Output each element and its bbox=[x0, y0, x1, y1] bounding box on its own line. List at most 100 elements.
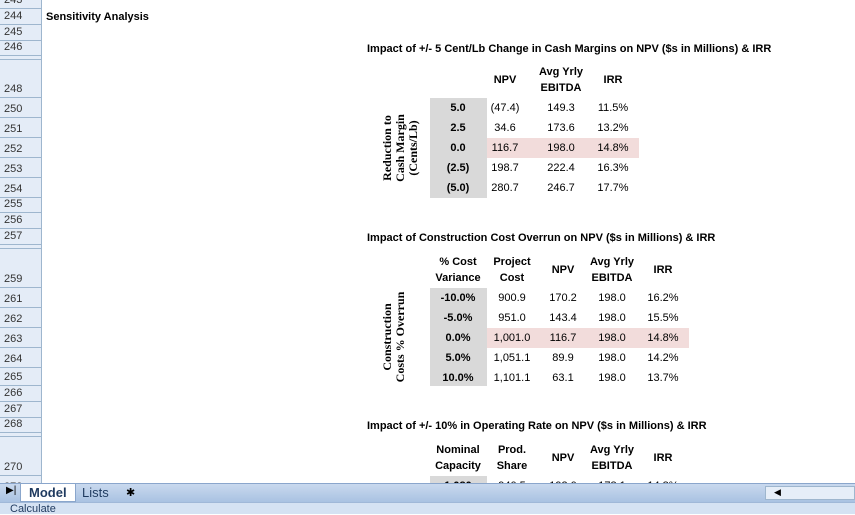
column-header: NPV bbox=[551, 452, 575, 464]
column-header: Avg Yrly EBITDA bbox=[589, 444, 635, 472]
horizontal-scrollbar[interactable]: ◀ bbox=[765, 486, 855, 500]
table-cell: 198.0 bbox=[598, 312, 626, 324]
row-header[interactable]: 254 bbox=[0, 178, 41, 198]
table-cell: 14.8% bbox=[597, 142, 629, 154]
row-header[interactable]: 252 bbox=[0, 138, 41, 158]
row-label: 5.0% bbox=[445, 352, 471, 364]
row-label: -5.0% bbox=[443, 312, 473, 324]
table-cell: 173.6 bbox=[547, 122, 575, 134]
row-header[interactable]: 263 bbox=[0, 328, 41, 348]
table-cell: 116.7 bbox=[491, 142, 519, 154]
table-cell: 198.0 bbox=[547, 142, 575, 154]
row-header[interactable]: 244 bbox=[0, 9, 41, 25]
column-header: Prod. Share bbox=[496, 444, 528, 472]
table-cell: 198.0 bbox=[598, 372, 626, 384]
table-cell: 14.8% bbox=[647, 332, 679, 344]
table-cell: 143.4 bbox=[549, 312, 577, 324]
status-text: Calculate bbox=[10, 503, 56, 515]
column-header: Avg Yrly EBITDA bbox=[589, 256, 635, 284]
scroll-left-icon[interactable]: ◀ bbox=[774, 487, 781, 498]
table1-title: Impact of +/- 5 Cent/Lb Change in Cash M… bbox=[367, 43, 772, 55]
row-label: (5.0) bbox=[446, 182, 470, 194]
table-cell: 951.0 bbox=[498, 312, 526, 324]
table-cell: 1,101.1 bbox=[493, 372, 531, 384]
table2-side-label: Construction Costs % Overrun bbox=[380, 277, 421, 397]
tab-model[interactable]: Model bbox=[20, 484, 76, 502]
table-cell: 198.0 bbox=[598, 292, 626, 304]
table-cell: 116.7 bbox=[549, 332, 577, 344]
table-cell: 198.0 bbox=[598, 332, 626, 344]
table-cell: 13.7% bbox=[647, 372, 679, 384]
row-header[interactable]: 245 bbox=[0, 25, 41, 41]
row-header[interactable]: 250 bbox=[0, 98, 41, 118]
table-cell: 149.3 bbox=[547, 102, 575, 114]
row-label: -10.0% bbox=[440, 292, 476, 304]
column-header: Nominal Capacity bbox=[435, 444, 481, 472]
table-cell: 222.4 bbox=[547, 162, 575, 174]
column-header: NPV bbox=[493, 74, 517, 86]
table-cell: 16.2% bbox=[647, 292, 679, 304]
row-header[interactable]: 243 bbox=[0, 0, 41, 9]
row-header[interactable]: 268 bbox=[0, 418, 41, 433]
row-header[interactable]: 253 bbox=[0, 158, 41, 178]
table-cell: 1,051.1 bbox=[493, 352, 531, 364]
column-header: IRR bbox=[653, 264, 673, 276]
row-header[interactable]: 248 bbox=[0, 60, 41, 98]
row-header[interactable]: 270 bbox=[0, 437, 41, 476]
table-cell: 15.5% bbox=[647, 312, 679, 324]
row-header[interactable]: 257 bbox=[0, 229, 41, 245]
column-header: NPV bbox=[551, 264, 575, 276]
row-label: 10.0% bbox=[442, 372, 474, 384]
tab-scroll-last-icon[interactable]: ▶| bbox=[6, 485, 16, 496]
column-header: IRR bbox=[653, 452, 673, 464]
row-header[interactable]: 262 bbox=[0, 308, 41, 328]
table-cell: 280.7 bbox=[491, 182, 519, 194]
column-header: Project Cost bbox=[493, 256, 531, 284]
table-cell: 11.5% bbox=[597, 102, 629, 114]
table-cell: 246.7 bbox=[547, 182, 575, 194]
side-label-line: Costs % Overrun bbox=[393, 291, 407, 383]
row-label: 2.5 bbox=[450, 122, 466, 134]
column-header: IRR bbox=[603, 74, 623, 86]
sheet-tab-bar: ▶| Model Lists ✱ ◀ bbox=[0, 483, 855, 502]
table-cell: 198.0 bbox=[598, 352, 626, 364]
row-header[interactable]: 246 bbox=[0, 41, 41, 56]
table-cell: 170.2 bbox=[549, 292, 577, 304]
row-header[interactable]: 259 bbox=[0, 249, 41, 288]
table-cell: 89.9 bbox=[552, 352, 574, 364]
table-cell: 14.2% bbox=[647, 352, 679, 364]
table-cell: 63.1 bbox=[552, 372, 574, 384]
table-cell: 13.2% bbox=[597, 122, 629, 134]
table-cell: 17.7% bbox=[597, 182, 629, 194]
table-cell: 198.7 bbox=[491, 162, 519, 174]
row-header[interactable]: 264 bbox=[0, 348, 41, 368]
tab-lists[interactable]: Lists bbox=[74, 484, 117, 502]
row-label: (2.5) bbox=[446, 162, 470, 174]
status-bar: Calculate bbox=[0, 502, 855, 515]
section-title: Sensitivity Analysis bbox=[46, 11, 149, 23]
row-header[interactable]: 261 bbox=[0, 288, 41, 308]
table-cell: 34.6 bbox=[494, 122, 516, 134]
table-cell: (47.4) bbox=[490, 102, 520, 114]
row-header[interactable]: 265 bbox=[0, 368, 41, 386]
worksheet-grid[interactable]: Sensitivity Analysis Impact of +/- 5 Cen… bbox=[43, 0, 855, 483]
row-header[interactable]: 267 bbox=[0, 402, 41, 418]
row-header[interactable]: 251 bbox=[0, 118, 41, 138]
side-label-line: (Cents/Lb) bbox=[406, 120, 420, 176]
table3-title: Impact of +/- 10% in Operating Rate on N… bbox=[367, 420, 707, 432]
table-cell: 900.9 bbox=[498, 292, 526, 304]
row-header[interactable]: 272 bbox=[0, 476, 41, 484]
row-headers: 2432442452462472482502512522532542552562… bbox=[0, 0, 42, 483]
row-label: 0.0 bbox=[450, 142, 466, 154]
table2-title: Impact of Construction Cost Overrun on N… bbox=[367, 232, 716, 244]
table-cell: 16.3% bbox=[597, 162, 629, 174]
row-label: 0.0% bbox=[445, 332, 471, 344]
row-header[interactable]: 266 bbox=[0, 386, 41, 402]
row-label: 5.0 bbox=[450, 102, 466, 114]
insert-sheet-icon[interactable]: ✱ bbox=[118, 484, 143, 502]
row-header[interactable]: 256 bbox=[0, 213, 41, 229]
column-header: Avg Yrly EBITDA bbox=[538, 66, 584, 94]
row-header[interactable]: 255 bbox=[0, 198, 41, 213]
table1-side-label: Reduction to Cash Margin (Cents/Lb) bbox=[380, 88, 421, 208]
column-header: % Cost Variance bbox=[435, 256, 481, 284]
